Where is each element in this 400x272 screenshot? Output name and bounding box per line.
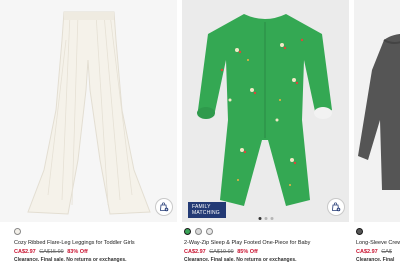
bag-plus-icon [332, 202, 341, 212]
carousel-dot[interactable] [270, 217, 273, 220]
product-image[interactable]: FAMILY MATCHING [182, 0, 349, 222]
product-image[interactable] [0, 0, 177, 222]
product-card[interactable]: Cozy Ribbed Flare-Leg Leggings for Toddl… [0, 0, 177, 264]
carousel-dot[interactable] [258, 217, 261, 220]
bag-plus-icon [160, 202, 169, 212]
color-swatch[interactable] [184, 227, 191, 235]
quick-add-button[interactable] [155, 198, 173, 216]
original-price: CA$19.99 [209, 249, 234, 255]
original-price: CA$ [381, 249, 392, 255]
product-name[interactable]: 2-Way-Zip Sleep & Play Footed One-Piece … [182, 236, 349, 247]
discount-label: 83% Off [67, 249, 88, 255]
original-price: CA$15.99 [39, 249, 64, 255]
onesie-image-icon [182, 0, 349, 222]
sweater-image-icon [354, 0, 400, 222]
price-row: CA$2.97 CA$15.99 83% Off [0, 247, 177, 256]
product-name[interactable]: Cozy Ribbed Flare-Leg Leggings for Toddl… [0, 236, 177, 247]
family-matching-badge: FAMILY MATCHING [188, 202, 226, 218]
color-swatch[interactable] [206, 227, 213, 235]
leggings-image-icon [27, 11, 151, 215]
image-carousel-dots[interactable] [258, 217, 273, 220]
quick-add-button[interactable] [327, 198, 345, 216]
color-swatch[interactable] [356, 227, 363, 235]
clearance-note: Clearance. Final sale. No returns or exc… [184, 257, 297, 263]
price-row: CA$2.97 CA$ [354, 247, 400, 256]
product-image[interactable] [354, 0, 400, 222]
sale-price: CA$2.97 [14, 249, 36, 255]
clearance-note: Clearance. Final [356, 257, 395, 263]
color-swatches [182, 222, 349, 236]
discount-label: 85% Off [237, 249, 258, 255]
color-swatch[interactable] [195, 227, 202, 235]
carousel-dot[interactable] [264, 217, 267, 220]
sale-price: CA$2.97 [184, 249, 206, 255]
sale-price: CA$2.97 [356, 249, 378, 255]
color-swatches [354, 222, 400, 236]
product-card[interactable]: Long-Sleeve Crew CA$2.97 CA$ Clearance. … [354, 0, 400, 264]
product-name[interactable]: Long-Sleeve Crew [354, 236, 400, 247]
price-row: CA$2.97 CA$19.99 85% Off [182, 247, 349, 256]
color-swatches [0, 222, 177, 236]
color-swatch[interactable] [14, 227, 21, 235]
clearance-note: Clearance. Final sale. No returns or exc… [14, 257, 127, 263]
product-card[interactable]: FAMILY MATCHING 2-Way-Zip Sleep & Play F… [182, 0, 349, 264]
